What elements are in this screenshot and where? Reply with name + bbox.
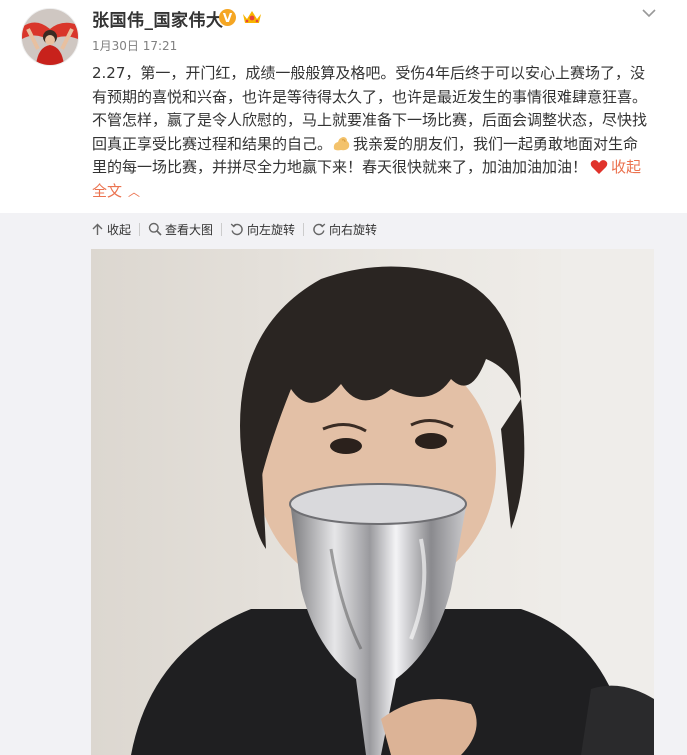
verified-badge-icon: V — [219, 9, 236, 26]
post-timestamp[interactable]: 1月30日 17:21 — [92, 37, 177, 54]
rotate-right-button[interactable]: 向右旋转 — [312, 221, 377, 238]
chevron-down-icon[interactable] — [640, 6, 658, 20]
toolbar-divider — [221, 222, 223, 236]
chevron-up-icon[interactable]: ︿ — [128, 185, 140, 199]
collapse-button-label: 收起 — [107, 222, 132, 237]
username[interactable]: 张国伟_国家伟大 — [92, 6, 224, 31]
media-toolbar: 收起 查看大图 向左旋转 向右旋转 — [91, 219, 377, 239]
rotate-left-button[interactable]: 向左旋转 — [230, 221, 295, 238]
view-large-button-label: 查看大图 — [165, 222, 214, 237]
rotate-left-button-label: 向左旋转 — [247, 222, 296, 237]
view-large-button[interactable]: 查看大图 — [148, 221, 213, 238]
rotate-left-icon — [230, 223, 243, 236]
crown-badge-icon — [243, 11, 261, 23]
photo-man-with-trophy — [91, 249, 654, 755]
red-heart-emoji — [590, 160, 608, 174]
avatar[interactable] — [21, 8, 79, 66]
collapse-button[interactable]: 收起 — [91, 221, 131, 238]
post-photo[interactable] — [91, 249, 654, 755]
weibo-post-card: 张国伟_国家伟大 V 1月30日 17:21 2.27，第一，开门红，成绩一般般… — [0, 0, 687, 755]
avatar-image — [22, 9, 78, 65]
post-text: 2.27，第一，开门红，成绩一般般算及格吧。受伤4年后终于可以安心上赛场了，没有… — [92, 62, 648, 204]
flexed-biceps-emoji — [333, 136, 350, 150]
rotate-right-icon — [313, 223, 326, 236]
arrow-up-icon — [92, 223, 103, 235]
search-icon — [148, 222, 162, 236]
toolbar-divider — [303, 222, 305, 236]
toolbar-divider — [139, 222, 141, 236]
rotate-right-button-label: 向右旋转 — [329, 222, 378, 237]
